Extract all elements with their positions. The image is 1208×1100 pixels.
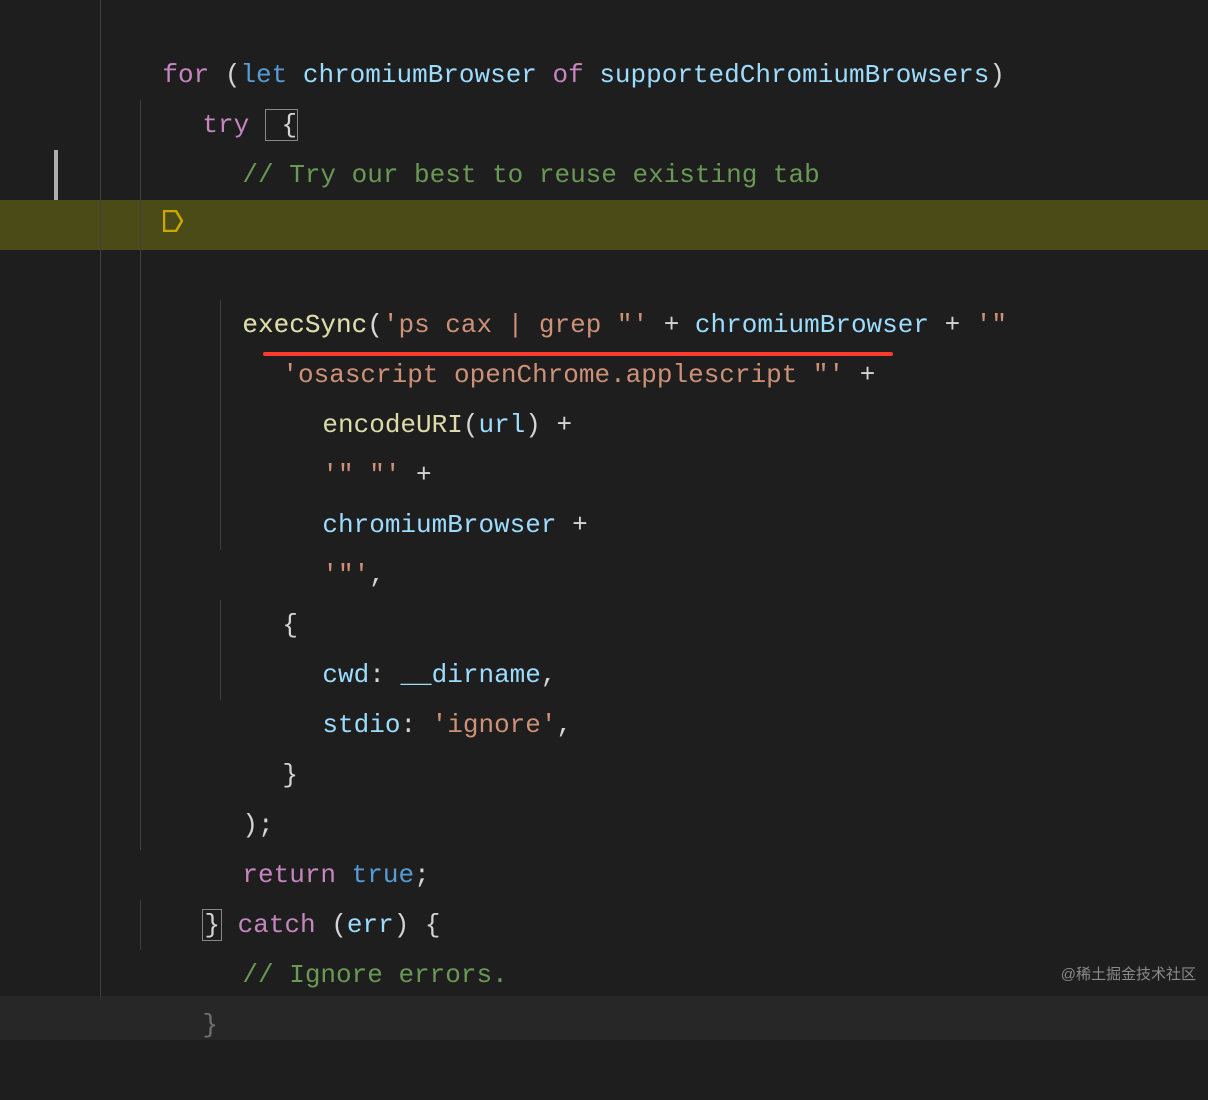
status-bar bbox=[0, 996, 1208, 1040]
code-line[interactable]: // Ignore errors. bbox=[0, 900, 1208, 950]
code-line[interactable]: stdio: 'ignore', bbox=[0, 650, 1208, 700]
code-line[interactable]: // Try our best to reuse existing tab bbox=[0, 100, 1208, 150]
code-line[interactable]: chromiumBrowser + bbox=[0, 450, 1208, 500]
code-line[interactable]: } catch (err) { bbox=[0, 850, 1208, 900]
code-line[interactable]: '"', bbox=[0, 500, 1208, 550]
code-line[interactable]: for (let chromiumBrowser of supportedChr… bbox=[0, 0, 1208, 50]
code-line[interactable]: ); bbox=[0, 750, 1208, 800]
code-line[interactable]: encodeURI(url) + bbox=[0, 350, 1208, 400]
code-line[interactable]: '" "' + bbox=[0, 400, 1208, 450]
code-line[interactable]: try { bbox=[0, 50, 1208, 100]
code-line[interactable]: return true; bbox=[0, 800, 1208, 850]
code-line[interactable]: 'osascript openChrome.applescript "' + bbox=[0, 300, 1208, 350]
code-editor[interactable]: for (let chromiumBrowser of supportedChr… bbox=[0, 0, 1208, 1000]
annotation-underline bbox=[263, 352, 893, 356]
code-line[interactable]: } bbox=[0, 700, 1208, 750]
code-line[interactable]: { bbox=[0, 550, 1208, 600]
code-line[interactable]: cwd: __dirname, bbox=[0, 600, 1208, 650]
watermark-text: @稀土掘金技术社区 bbox=[1061, 961, 1196, 990]
code-line[interactable]: } bbox=[0, 950, 1208, 1000]
code-line[interactable]: execSync( bbox=[0, 250, 1208, 300]
code-line-current[interactable]: execSync('ps cax | grep "' + chromiumBro… bbox=[0, 200, 1208, 250]
